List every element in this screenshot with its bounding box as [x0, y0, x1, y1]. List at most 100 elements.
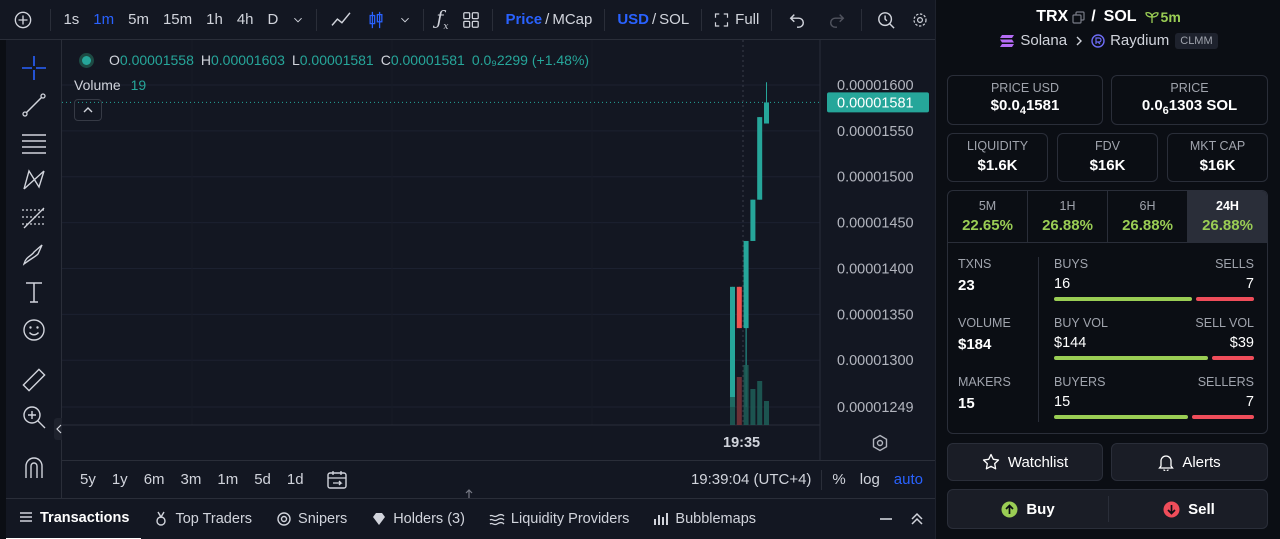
undo-icon — [789, 13, 805, 28]
redo-button[interactable] — [817, 0, 857, 39]
interval-1s[interactable]: 1s — [56, 0, 86, 39]
quick-search-button[interactable] — [867, 0, 905, 39]
candlestick-chart[interactable]: 0.00001600 0.00001550 0.00001500 0.00001450… — [62, 40, 935, 460]
fib-tool[interactable] — [20, 204, 48, 232]
tab-liquidity-providers[interactable]: Liquidity Providers — [477, 499, 641, 539]
change-value: 0.0₉2299 (+1.48%) — [471, 52, 590, 68]
trend-line-icon — [22, 93, 46, 117]
token-symbol: TRX — [1036, 8, 1069, 25]
price-usd-rest: 1581 — [1025, 97, 1060, 114]
horizontal-lines-tool[interactable] — [20, 129, 48, 157]
candle-chart-type-button[interactable] — [360, 0, 392, 39]
timeframe-tab-5m[interactable]: 5M 22.65% — [948, 191, 1028, 242]
range-5y[interactable]: 5y — [72, 471, 104, 488]
pattern-tool[interactable] — [20, 166, 48, 194]
line-chart-type-button[interactable] — [322, 0, 360, 39]
log-toggle[interactable]: log — [860, 471, 880, 488]
buyers-value: 15 — [1054, 394, 1071, 410]
timeframe-tab-24h[interactable]: 24H 26.88% — [1188, 191, 1267, 242]
fullscreen-button[interactable]: Full — [707, 0, 766, 39]
emoji-tool[interactable] — [20, 316, 48, 344]
indicators-button[interactable]: ƒx — [429, 0, 455, 39]
layout-button[interactable] — [455, 0, 487, 39]
magnet-tool[interactable] — [20, 453, 48, 481]
tab-label: Snipers — [298, 511, 348, 527]
watchlist-button[interactable]: Watchlist — [947, 443, 1103, 481]
undo-button[interactable] — [777, 0, 817, 39]
copy-icon[interactable] — [1072, 10, 1085, 24]
usd-toggle-label[interactable]: USD — [617, 11, 649, 28]
usd-sol-toggle[interactable]: USD / SOL — [610, 0, 696, 39]
timeframe-tab-6h[interactable]: 6H 26.88% — [1108, 191, 1188, 242]
volume-block: VOLUME $184 — [958, 316, 1011, 353]
range-1y[interactable]: 1y — [104, 471, 136, 488]
tab-holders-3[interactable]: Holders (3) — [359, 499, 477, 539]
interval-5m[interactable]: 5m — [121, 0, 156, 39]
zoom-tool[interactable] — [20, 403, 48, 431]
tab-top-traders[interactable]: Top Traders — [141, 499, 264, 539]
price-mcap-toggle[interactable]: Price / MCap — [498, 0, 599, 39]
sell-vol-label: SELL VOL — [1195, 316, 1254, 330]
brush-tool[interactable] — [20, 241, 48, 269]
range-3m[interactable]: 3m — [173, 471, 210, 488]
trend-line-tool[interactable] — [20, 91, 48, 119]
tab-bubblemaps[interactable]: Bubblemaps — [641, 499, 768, 539]
auto-toggle[interactable]: auto — [894, 471, 923, 488]
interval-D[interactable]: D — [261, 0, 286, 39]
range-1d[interactable]: 1d — [279, 471, 312, 488]
interval-dropdown[interactable] — [285, 0, 311, 39]
tab-snipers[interactable]: Snipers — [264, 499, 359, 539]
close-label: C — [380, 52, 391, 68]
clock-readout[interactable]: 19:39:04 (UTC+4) — [691, 471, 811, 488]
range-6m[interactable]: 6m — [136, 471, 173, 488]
dex-name[interactable]: Raydium — [1110, 32, 1169, 49]
crosshair-tool[interactable] — [20, 54, 48, 82]
date-range-button[interactable] — [326, 468, 352, 492]
range-1m[interactable]: 1m — [209, 471, 246, 488]
volume-label: Volume — [74, 77, 121, 93]
list-icon — [20, 512, 32, 522]
add-indicator-button[interactable] — [0, 0, 45, 39]
interval-1m[interactable]: 1m — [86, 0, 121, 39]
interval-1h[interactable]: 1h — [199, 0, 230, 39]
interval-15m[interactable]: 15m — [156, 0, 199, 39]
measure-tool[interactable] — [20, 366, 48, 394]
grid-icon — [463, 11, 480, 28]
volume-bar — [764, 401, 769, 425]
makers-value: 15 — [958, 395, 975, 412]
collapse-legend-button[interactable] — [74, 99, 102, 121]
open-value: 0.00001558 — [119, 52, 194, 68]
alerts-button[interactable]: Alerts — [1111, 443, 1268, 481]
arrow-up-circle-icon — [1001, 501, 1018, 517]
buy-label: Buy — [1026, 500, 1055, 518]
range-5d[interactable]: 5d — [246, 471, 279, 488]
mcap-toggle-label[interactable]: MCap — [552, 11, 592, 28]
sell-button[interactable]: Sell — [1109, 490, 1267, 528]
chart-pane[interactable]: 0.00001600 0.00001550 0.00001500 0.00001450… — [62, 40, 935, 460]
maximize-chevrons-icon[interactable] — [911, 512, 923, 526]
sellers-value: 7 — [1245, 394, 1254, 410]
chart-type-dropdown[interactable] — [392, 0, 418, 39]
chain-name[interactable]: Solana — [1020, 32, 1067, 49]
interval-4h[interactable]: 4h — [230, 0, 261, 39]
sol-toggle-label[interactable]: SOL — [659, 11, 689, 28]
low-label: L — [291, 52, 300, 68]
percent-toggle[interactable]: % — [832, 471, 845, 488]
activity-divider — [1038, 257, 1039, 422]
timeframe-tab-1h[interactable]: 1H 26.88% — [1028, 191, 1108, 242]
volume-bar — [757, 381, 763, 425]
fdv-card: FDV $16K — [1057, 133, 1158, 182]
buyers-bar-fill — [1054, 415, 1188, 419]
chart-settings-button[interactable] — [870, 433, 890, 453]
candle-body — [750, 199, 756, 241]
time-right-group: 19:39:04 (UTC+4) % log auto — [691, 469, 935, 490]
minimize-icon[interactable] — [879, 512, 893, 526]
water-icon — [489, 513, 505, 526]
pair-slash: / — [1091, 8, 1096, 25]
price-toggle-label[interactable]: Price — [505, 11, 542, 28]
tab-transactions[interactable]: Transactions — [6, 499, 142, 539]
text-tool[interactable] — [20, 278, 48, 306]
timeframe-label: 1H — [1059, 199, 1076, 213]
settings-button[interactable] — [905, 0, 935, 39]
buy-button[interactable]: Buy — [948, 490, 1108, 528]
